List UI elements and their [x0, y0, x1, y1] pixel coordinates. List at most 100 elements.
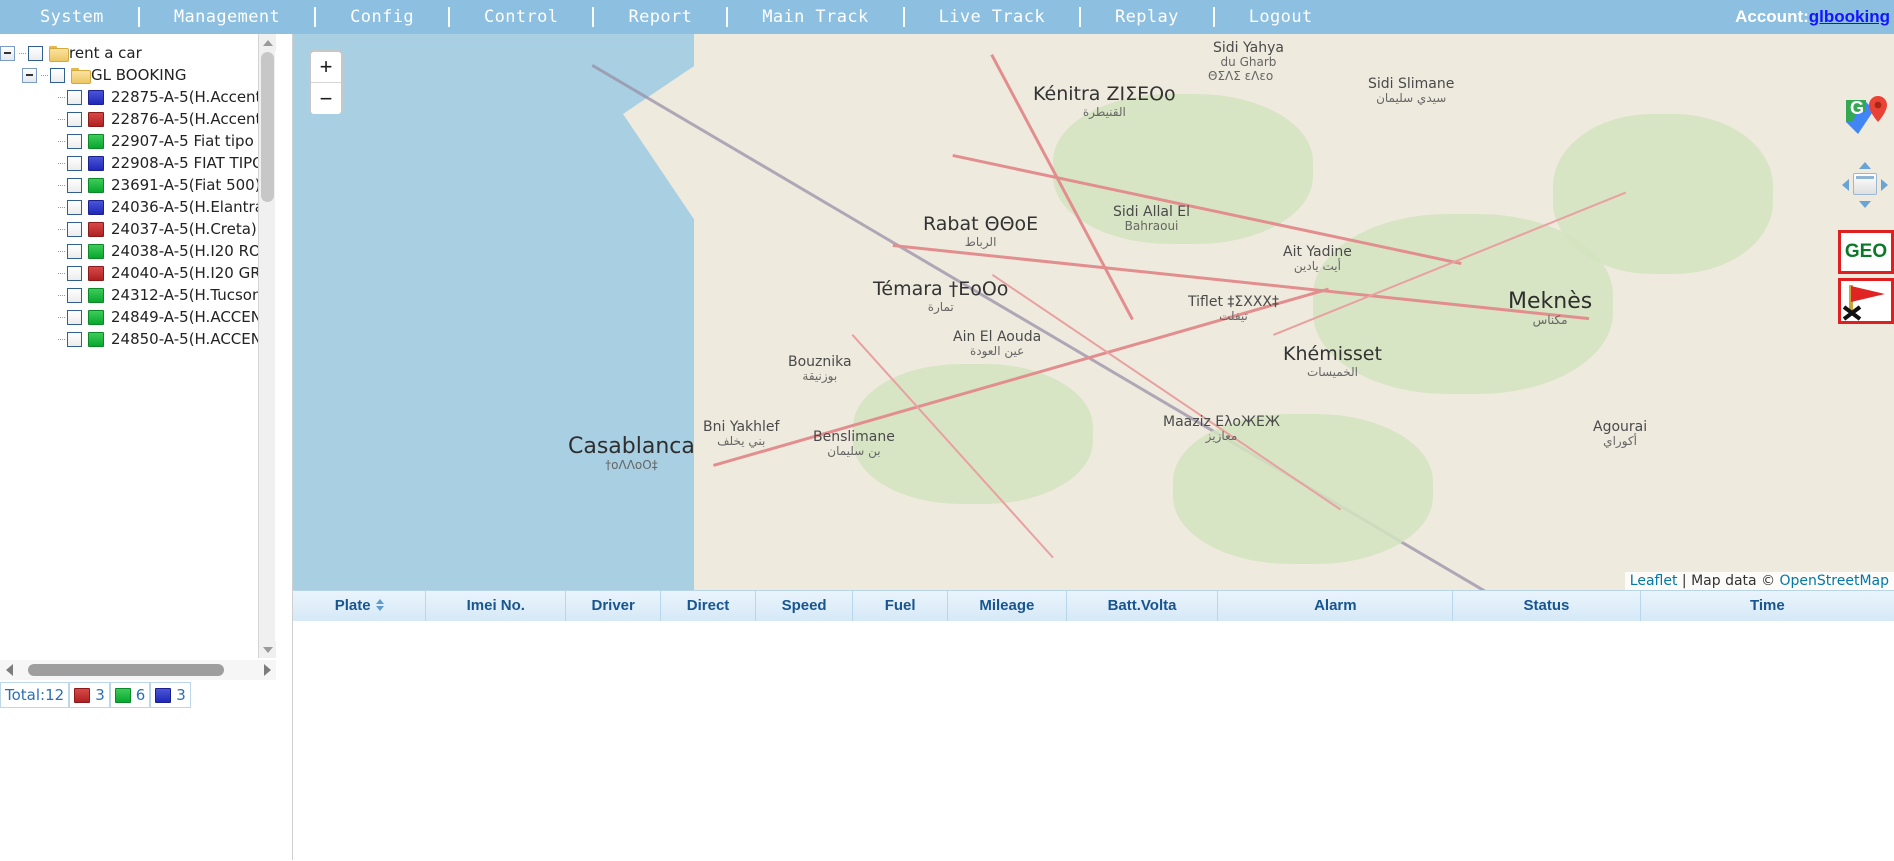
- nav-system[interactable]: System: [0, 7, 138, 27]
- col-fuel[interactable]: Fuel: [852, 591, 949, 622]
- zoom-in-button[interactable]: +: [311, 52, 341, 83]
- checkbox-vehicle[interactable]: [67, 199, 82, 215]
- col-speed[interactable]: Speed: [755, 591, 854, 622]
- tree-connector: [41, 74, 48, 76]
- vehicle-status-icon: [88, 221, 104, 237]
- col-batt[interactable]: Batt.Volta: [1066, 591, 1219, 622]
- col-imei[interactable]: Imei No.: [425, 591, 567, 622]
- checkbox-vehicle[interactable]: [67, 111, 82, 127]
- tree-node-vehicle[interactable]: 22875-A-5(H.Accent): [0, 86, 276, 108]
- pan-down-icon[interactable]: [1859, 201, 1871, 208]
- tree-vertical-scrollbar[interactable]: [258, 34, 276, 658]
- tree-node-vehicle[interactable]: 24040-A-5(H.I20 GRIS: [0, 262, 276, 284]
- pan-right-icon[interactable]: [1881, 179, 1888, 191]
- tree-node-vehicle[interactable]: 22876-A-5(H.Accent): [0, 108, 276, 130]
- col-direct[interactable]: Direct: [660, 591, 756, 622]
- sort-indicator-icon[interactable]: [375, 599, 384, 612]
- col-driver-label: Driver: [591, 597, 635, 615]
- map-vegetation: [1173, 414, 1433, 564]
- nav-report[interactable]: Report: [594, 7, 726, 27]
- col-mileage[interactable]: Mileage: [947, 591, 1067, 622]
- tree-node-vehicle[interactable]: 22907-A-5 Fiat tipo: [0, 130, 276, 152]
- map-zoom-control: + −: [309, 50, 343, 114]
- col-plate[interactable]: Plate: [293, 591, 427, 622]
- tree-node-vehicle[interactable]: 24312-A-5(H.Tucson: [0, 284, 276, 306]
- vertical-scroll-thumb[interactable]: [261, 52, 274, 202]
- checkbox-vehicle[interactable]: [67, 243, 82, 259]
- pan-center-button[interactable]: [1853, 173, 1877, 195]
- col-alarm[interactable]: Alarm: [1217, 591, 1454, 622]
- tree-connector: [58, 206, 65, 208]
- expand-collapse-icon-group[interactable]: [22, 67, 37, 83]
- tree-node-vehicle[interactable]: 24850-A-5(H.ACCENT: [0, 328, 276, 350]
- tree-node-vehicle[interactable]: 22908-A-5 FIAT TIPO: [0, 152, 276, 174]
- map-canvas[interactable]: Sidi Yahya du Gharb ΘΣΛΣ εΛεο Kénitra ΖΙΣΕΟ…: [293, 34, 1894, 590]
- tree-connector: [58, 272, 65, 274]
- horizontal-scroll-track[interactable]: [18, 660, 258, 680]
- leaflet-link[interactable]: Leaflet: [1630, 573, 1678, 589]
- scroll-left-icon[interactable]: [0, 660, 18, 680]
- nav-config[interactable]: Config: [316, 7, 448, 27]
- vehicle-status-icon: [88, 89, 104, 105]
- col-time[interactable]: Time: [1640, 591, 1894, 622]
- tree-node-vehicle[interactable]: 24036-A-5(H.Elantra): [0, 196, 276, 218]
- checkbox-group[interactable]: [50, 67, 65, 83]
- nav-live-track[interactable]: Live Track: [905, 7, 1079, 27]
- checkbox-vehicle[interactable]: [67, 331, 82, 347]
- total-count-cell: Total:12: [0, 682, 70, 708]
- checkbox-vehicle[interactable]: [67, 287, 82, 303]
- col-time-label: Time: [1749, 597, 1785, 615]
- col-batt-label: Batt.Volta: [1107, 597, 1177, 615]
- google-maps-icon[interactable]: G: [1844, 92, 1890, 138]
- scroll-down-icon[interactable]: [259, 641, 276, 658]
- checkbox-vehicle[interactable]: [67, 133, 82, 149]
- col-driver[interactable]: Driver: [565, 591, 662, 622]
- top-navigation-bar: System Management Config Control Report Main …: [0, 0, 1894, 34]
- nav-separator: [137, 7, 140, 27]
- checkbox-vehicle[interactable]: [67, 309, 82, 325]
- red-count-cell[interactable]: 3: [69, 682, 110, 708]
- nav-main-track[interactable]: Main Track: [728, 7, 902, 27]
- map-vegetation: [1553, 114, 1773, 274]
- map-pan-control: [1842, 162, 1888, 208]
- tree-node-vehicle[interactable]: 24038-A-5(H.I20 ROU: [0, 240, 276, 262]
- col-status[interactable]: Status: [1452, 591, 1641, 622]
- green-count-cell[interactable]: 6: [109, 682, 151, 708]
- nav-control[interactable]: Control: [450, 7, 592, 27]
- checkbox-vehicle[interactable]: [67, 221, 82, 237]
- scroll-right-icon[interactable]: [258, 660, 276, 680]
- account-name-link[interactable]: glbooking: [1809, 7, 1890, 27]
- tree-horizontal-scrollbar[interactable]: [0, 660, 276, 680]
- geofence-button[interactable]: GEO: [1838, 230, 1894, 274]
- horizontal-scroll-thumb[interactable]: [28, 664, 224, 676]
- tree-node-vehicle[interactable]: 23691-A-5(Fiat 500): [0, 174, 276, 196]
- pan-up-icon[interactable]: [1859, 162, 1871, 169]
- tree-node-group[interactable]: GL BOOKING: [0, 64, 276, 86]
- checkbox-vehicle[interactable]: [67, 177, 82, 193]
- vehicle-status-icon: [88, 199, 104, 215]
- checkbox-vehicle[interactable]: [67, 155, 82, 171]
- tree-node-root[interactable]: rent a car: [0, 42, 276, 64]
- account-box: Account: glbooking: [1735, 7, 1894, 27]
- openstreetmap-link[interactable]: OpenStreetMap: [1780, 573, 1889, 589]
- tree-node-vehicle[interactable]: 24037-A-5(H.Creta): [0, 218, 276, 240]
- pan-left-icon[interactable]: [1842, 179, 1849, 191]
- scroll-up-icon[interactable]: [259, 34, 276, 51]
- checkbox-vehicle[interactable]: [67, 265, 82, 281]
- tree-node-vehicle[interactable]: 24849-A-5(H.ACCENT: [0, 306, 276, 328]
- checkbox-root[interactable]: [28, 45, 43, 61]
- table-header-row: Plate Imei No. Driver Direct Speed Fuel Mileag…: [293, 591, 1894, 622]
- checkbox-vehicle[interactable]: [67, 89, 82, 105]
- tree-connector: [58, 140, 65, 142]
- nav-management[interactable]: Management: [140, 7, 314, 27]
- tree-label-vehicle: 24038-A-5(H.I20 ROU: [111, 242, 272, 260]
- table-body-empty: [293, 621, 1894, 861]
- nav-replay[interactable]: Replay: [1081, 7, 1213, 27]
- blue-count-value: 3: [176, 686, 186, 704]
- green-status-icon: [114, 687, 131, 703]
- zoom-out-button[interactable]: −: [311, 83, 341, 114]
- blue-count-cell[interactable]: 3: [150, 682, 191, 708]
- expand-collapse-icon-root[interactable]: [0, 45, 15, 61]
- marker-flag-button[interactable]: [1838, 278, 1894, 324]
- nav-logout[interactable]: Logout: [1215, 7, 1347, 27]
